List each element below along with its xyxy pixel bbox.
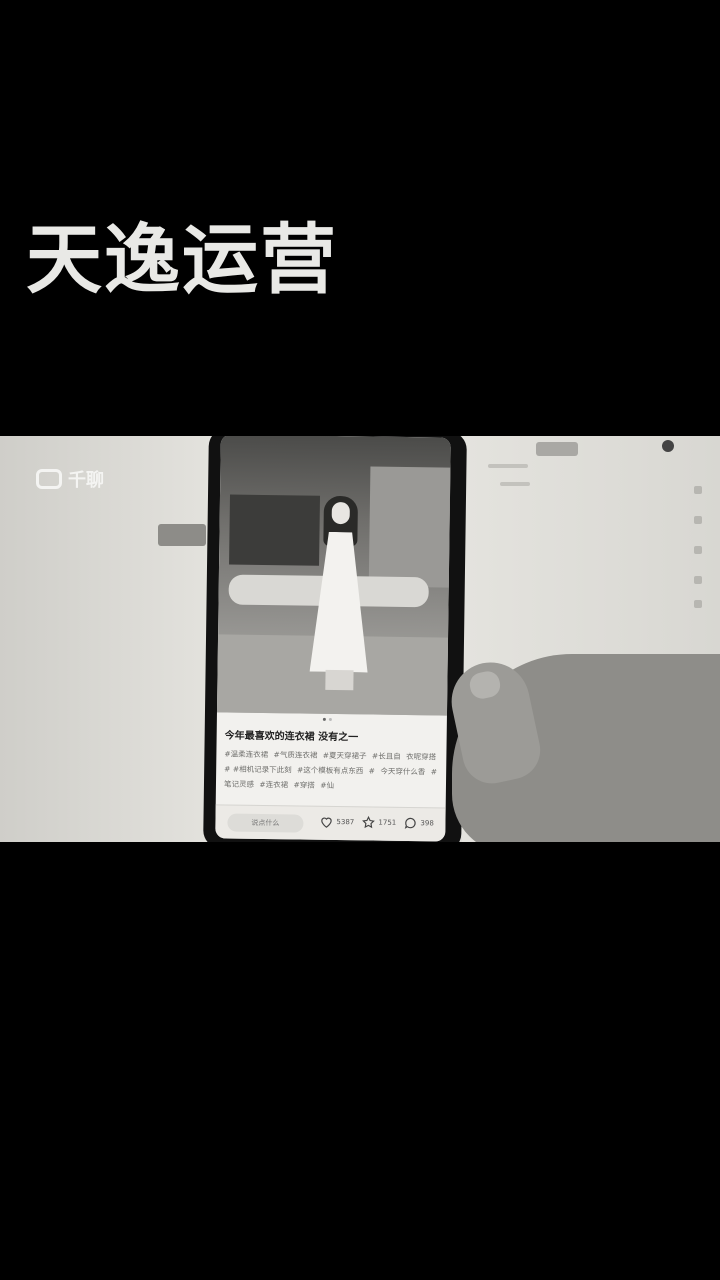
phone: 今年最喜欢的连衣裙 没有之一 #温柔连衣裙 #气质连衣裙 #夏天穿裙子 #长且自… [203, 436, 467, 842]
hashtag[interactable]: #穿搭 [293, 780, 314, 789]
hashtag[interactable]: #仙 [320, 781, 334, 790]
hashtag[interactable]: #这个模板有点东西 [297, 765, 363, 775]
watermark: 千聊 [36, 466, 104, 492]
hashtag[interactable]: #气质连衣裙 [274, 750, 318, 760]
favorite-button[interactable]: 1751 [361, 815, 396, 829]
hashtag[interactable]: 衣呢穿搭 [406, 752, 436, 761]
like-button[interactable]: 5387 [319, 815, 354, 829]
favorite-count: 1751 [378, 818, 397, 827]
hashtag[interactable]: 今天穿什么香 [380, 767, 425, 777]
image-pager [322, 717, 332, 721]
hashtag[interactable]: #连衣裙 [259, 780, 288, 789]
avatar [662, 440, 674, 452]
photo-shelf [229, 494, 321, 566]
photo-person-legs [325, 669, 354, 691]
comment-input[interactable]: 说点什么 [227, 813, 304, 833]
watermark-text: 千聊 [68, 470, 104, 491]
comment-icon [404, 817, 416, 829]
hashtag[interactable]: # [369, 766, 375, 775]
pager-dot [328, 717, 332, 721]
post-tags: #温柔连衣裙 #气质连衣裙 #夏天穿裙子 #长且自 衣呢穿搭 # #相机记录下此… [224, 746, 441, 794]
heart-icon [321, 817, 332, 828]
post-title: 今年最喜欢的连衣裙 没有之一 [224, 730, 359, 744]
like-count: 5387 [336, 818, 355, 827]
photo-window [368, 466, 451, 588]
hashtag[interactable]: #温柔连衣裙 [224, 749, 268, 759]
action-bar: 说点什么 5387 1751 398 [215, 804, 446, 842]
photo-person-face [331, 501, 350, 525]
hashtag[interactable]: #长且自 [372, 752, 401, 761]
hashtag[interactable]: # #相机记录下此刻 [224, 764, 292, 774]
overlay-title: 天逸运营 [26, 215, 338, 304]
hashtag[interactable]: #夏天穿裙子 [323, 751, 367, 761]
background-button-right [536, 442, 578, 456]
background-button [158, 524, 206, 546]
star-icon [362, 815, 375, 829]
tv-icon [36, 469, 62, 489]
video-frame: 千聊 今年最喜欢的连衣裙 没有之一 #温柔连衣裙 #气质连衣裙 #夏天穿裙子 #… [0, 436, 720, 842]
comment-count: 398 [420, 819, 434, 828]
phone-screen: 今年最喜欢的连衣裙 没有之一 #温柔连衣裙 #气质连衣裙 #夏天穿裙子 #长且自… [215, 436, 451, 842]
pager-dot [322, 717, 326, 721]
post-photo[interactable] [216, 436, 451, 716]
comment-button[interactable]: 398 [403, 816, 434, 830]
background-monitor-left [0, 436, 210, 842]
